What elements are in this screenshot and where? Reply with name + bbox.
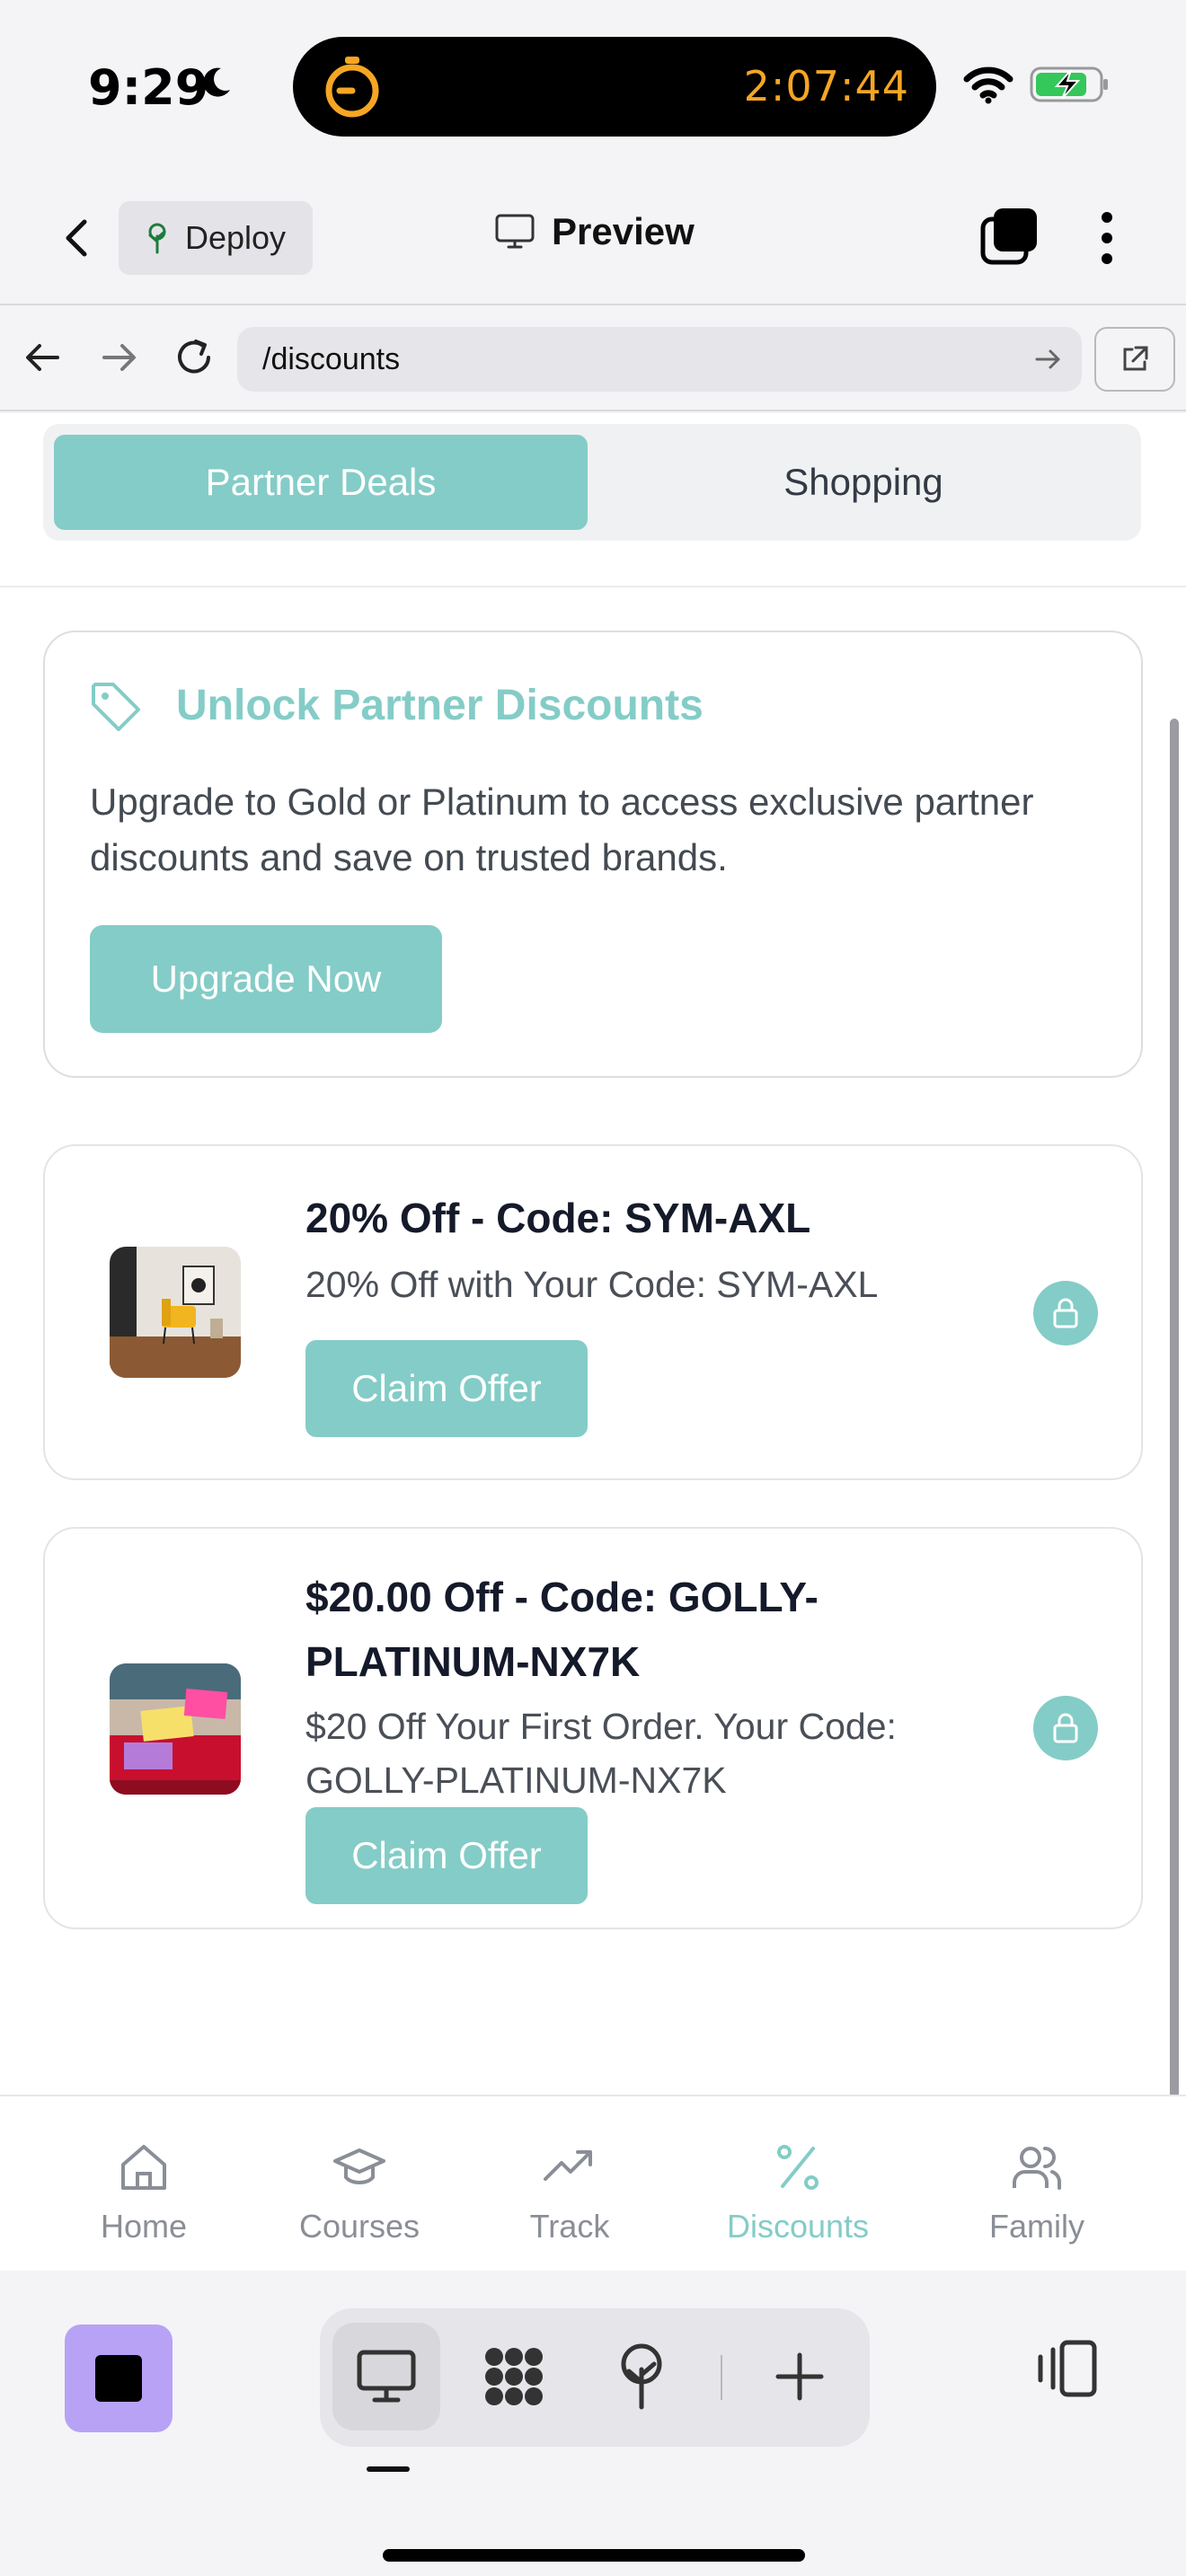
back-chevron-icon[interactable] [54, 211, 99, 265]
nav-label-courses: Courses [298, 2208, 420, 2245]
tabs-icon[interactable] [979, 207, 1039, 266]
lock-icon [1033, 1281, 1098, 1345]
nav-item-discounts[interactable]: Discounts [708, 2139, 888, 2245]
trending-up-icon [544, 2150, 592, 2181]
nav-item-track[interactable]: Track [480, 2139, 659, 2245]
section-divider [0, 586, 1186, 587]
home-indicator [383, 2549, 805, 2562]
preview-label: Preview [552, 210, 695, 252]
claim-offer-button[interactable]: Claim Offer [305, 1340, 588, 1437]
browser-url-bar: /discounts [0, 305, 1186, 411]
toolbar-separator [721, 2355, 722, 2400]
tree-deploy-icon [621, 2343, 662, 2410]
discounts-page: Partner Deals Shopping Unlock Partner Di… [0, 413, 1186, 2095]
unlock-discounts-card: Unlock Partner Discounts Upgrade to Gold… [43, 631, 1143, 1078]
home-icon [121, 2145, 166, 2190]
view-switcher [320, 2308, 870, 2447]
nav-item-courses[interactable]: Courses [270, 2139, 449, 2245]
offer-image-sticky-notes [110, 1663, 241, 1795]
nav-label-track: Track [529, 2208, 610, 2245]
add-button[interactable] [746, 2323, 854, 2430]
preview-title[interactable]: Preview [494, 210, 695, 253]
percent-icon [777, 2145, 819, 2190]
side-panel-icon[interactable] [1033, 2335, 1100, 2402]
go-arrow-icon[interactable] [1031, 343, 1064, 375]
blob-grid-icon [485, 2348, 543, 2405]
desktop-view-button[interactable] [332, 2323, 440, 2430]
upgrade-now-button[interactable]: Upgrade Now [90, 925, 442, 1033]
url-input[interactable]: /discounts [237, 327, 1082, 392]
users-icon [1013, 2147, 1061, 2190]
active-view-indicator [367, 2466, 410, 2472]
page-scrollbar[interactable] [1170, 719, 1179, 2263]
grid-view-button[interactable] [460, 2323, 568, 2430]
offer-card: 20% Off - Code: SYM-AXL 20% Off with You… [43, 1144, 1143, 1480]
nav-label-home: Home [100, 2208, 188, 2245]
more-vertical-icon[interactable] [1089, 208, 1125, 268]
deploy-tool-button[interactable] [588, 2323, 695, 2430]
plus-icon [775, 2352, 824, 2401]
editor-toolbar [0, 2271, 1186, 2576]
status-time: 9:29 [88, 59, 209, 116]
status-bar: 9:29 2:07:44 [0, 0, 1186, 171]
deploy-button[interactable]: Deploy [119, 201, 313, 275]
timer-icon [325, 57, 379, 118]
unlock-description: Upgrade to Gold or Platinum to access ex… [90, 781, 1034, 878]
reload-icon[interactable] [169, 332, 219, 383]
open-external-button[interactable] [1094, 327, 1175, 392]
nav-label-discounts: Discounts [726, 2208, 870, 2245]
offer-image-living-room [110, 1247, 241, 1378]
wifi-icon [963, 66, 1013, 104]
lock-icon [1033, 1696, 1098, 1760]
timer-readout: 2:07:44 [743, 62, 909, 110]
browser-forward-icon[interactable] [93, 332, 144, 383]
claim-offer-button[interactable]: Claim Offer [305, 1807, 588, 1904]
battery-charging-icon [1030, 66, 1108, 102]
browser-back-icon[interactable] [18, 332, 68, 383]
offer-description: 20% Off with Your Code: SYM-AXL [305, 1264, 879, 1305]
graduation-cap-icon [333, 2148, 385, 2184]
deals-segmented-control: Partner Deals Shopping [43, 424, 1141, 541]
nav-item-family[interactable]: Family [947, 2139, 1127, 2245]
offer-title: 20% Off - Code: SYM-AXL [305, 1195, 811, 1241]
offer-title: $20.00 Off - Code: GOLLY-PLATINUM-NX7K [305, 1574, 819, 1685]
unlock-title: Unlock Partner Discounts [176, 682, 704, 729]
deploy-tree-icon [148, 223, 166, 254]
external-link-icon [1123, 346, 1148, 371]
offer-card: $20.00 Off - Code: GOLLY-PLATINUM-NX7K $… [43, 1527, 1143, 1929]
stop-button[interactable] [65, 2325, 173, 2432]
url-text: /discounts [262, 341, 401, 376]
tag-icon [92, 683, 140, 731]
moon-icon [203, 67, 230, 97]
tab-shopping[interactable]: Shopping [597, 435, 1130, 530]
tab-partner-deals[interactable]: Partner Deals [54, 435, 588, 530]
nav-label-family: Family [989, 2208, 1084, 2245]
stop-icon [95, 2355, 142, 2402]
app-header: Deploy Preview [0, 171, 1186, 305]
bottom-navigation: Home Courses Track Discounts Family [0, 2095, 1186, 2271]
desktop-icon [357, 2350, 416, 2403]
offer-description: $20 Off Your First Order. Your Code: GOL… [305, 1706, 897, 1801]
dynamic-island[interactable]: 2:07:44 [293, 37, 936, 137]
deploy-label: Deploy [185, 219, 287, 256]
monitor-icon [495, 214, 535, 249]
nav-item-home[interactable]: Home [54, 2139, 234, 2245]
